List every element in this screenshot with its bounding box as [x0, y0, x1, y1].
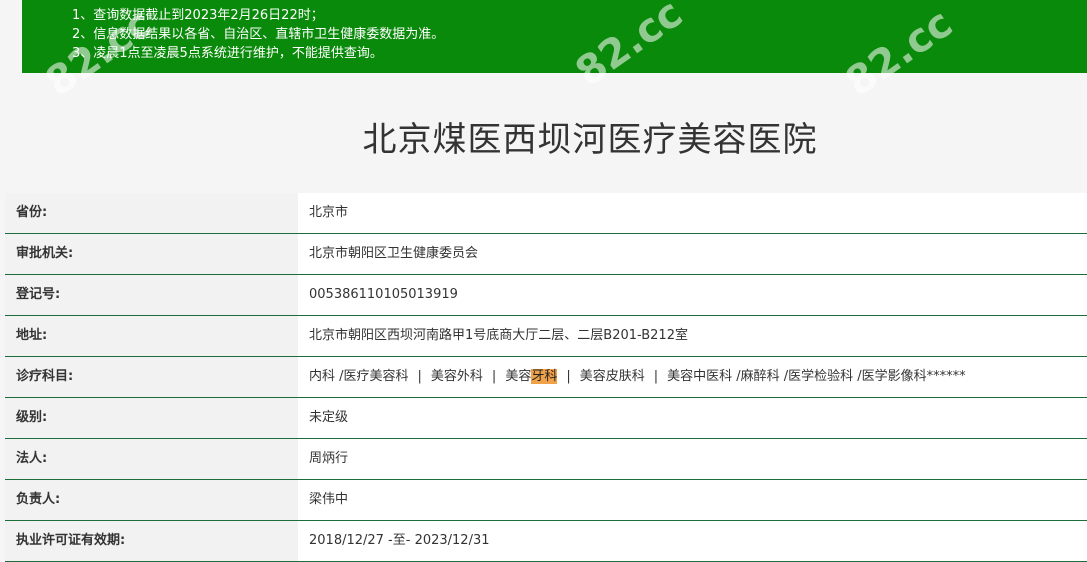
department-item: 美容皮肤科	[579, 369, 645, 384]
row-label: 审批机关:	[5, 234, 298, 274]
department-item: 美容中医科 /麻醉科 /医学检验科 /医学影像科******	[667, 369, 966, 384]
department-item: 美容外科	[430, 369, 483, 384]
row-label: 地址:	[5, 316, 298, 356]
highlighted-keyword: 牙科	[531, 369, 558, 384]
row-value: 北京市朝阳区西坝河南路甲1号底商大厅二层、二层B201-B212室	[298, 316, 1087, 356]
separator: |	[417, 369, 422, 384]
table-row: 审批机关: 北京市朝阳区卫生健康委员会	[5, 234, 1087, 275]
separator: |	[491, 369, 497, 384]
notice-banner: 1、查询数据截止到2023年2月26日22时； 2、信息数据结果以各省、自治区、…	[22, 0, 1087, 73]
notice-line-1: 1、查询数据截止到2023年2月26日22时；	[72, 8, 324, 23]
row-value: 2018/12/27 -至- 2023/12/31	[298, 521, 1087, 561]
table-row: 级别: 未定级	[5, 398, 1087, 439]
row-value: 周炳行	[298, 439, 1087, 479]
info-table: 省份: 北京市 审批机关: 北京市朝阳区卫生健康委员会 登记号: 0053861…	[5, 193, 1087, 562]
department-item: 美容	[505, 369, 532, 384]
table-row: 负责人: 梁伟中	[5, 480, 1087, 521]
notice-line-2: 2、信息数据结果以各省、自治区、直辖市卫生健康委数据为准。	[72, 27, 445, 42]
row-label: 级别:	[5, 398, 298, 438]
row-label: 省份:	[5, 193, 298, 233]
row-label: 登记号:	[5, 275, 298, 315]
separator: |	[566, 369, 571, 384]
notice-line-3: 3、凌晨1点至凌晨5点系统进行维护，不能提供查询。	[72, 46, 383, 61]
row-value: 北京市朝阳区卫生健康委员会	[298, 234, 1087, 274]
department-item: 内科 /医疗美容科	[309, 369, 409, 384]
row-value: 北京市	[298, 193, 1087, 233]
row-value: 005386110105013919	[298, 275, 1087, 315]
row-value: 梁伟中	[298, 480, 1087, 520]
table-row: 执业许可证有效期: 2018/12/27 -至- 2023/12/31	[5, 521, 1087, 562]
row-value-departments: 内科 /医疗美容科 | 美容外科 | 美容牙科 | 美容皮肤科 | 美容中医科 /麻醉科 /医学…	[298, 357, 1087, 397]
row-label: 诊疗科目:	[5, 357, 298, 397]
page-title: 北京煤医西坝河医疗美容医院	[362, 120, 818, 160]
row-label: 法人:	[5, 439, 298, 479]
row-label: 执业许可证有效期:	[5, 521, 298, 561]
table-row: 法人: 周炳行	[5, 439, 1087, 480]
table-row: 登记号: 005386110105013919	[5, 275, 1087, 316]
table-row: 诊疗科目: 内科 /医疗美容科 | 美容外科 | 美容牙科 | 美容皮肤科 | 美容中医科 /麻…	[5, 357, 1087, 398]
row-value: 未定级	[298, 398, 1087, 438]
table-row: 地址: 北京市朝阳区西坝河南路甲1号底商大厅二层、二层B201-B212室	[5, 316, 1087, 357]
separator: |	[653, 369, 659, 384]
table-row: 省份: 北京市	[5, 193, 1087, 234]
row-label: 负责人:	[5, 480, 298, 520]
